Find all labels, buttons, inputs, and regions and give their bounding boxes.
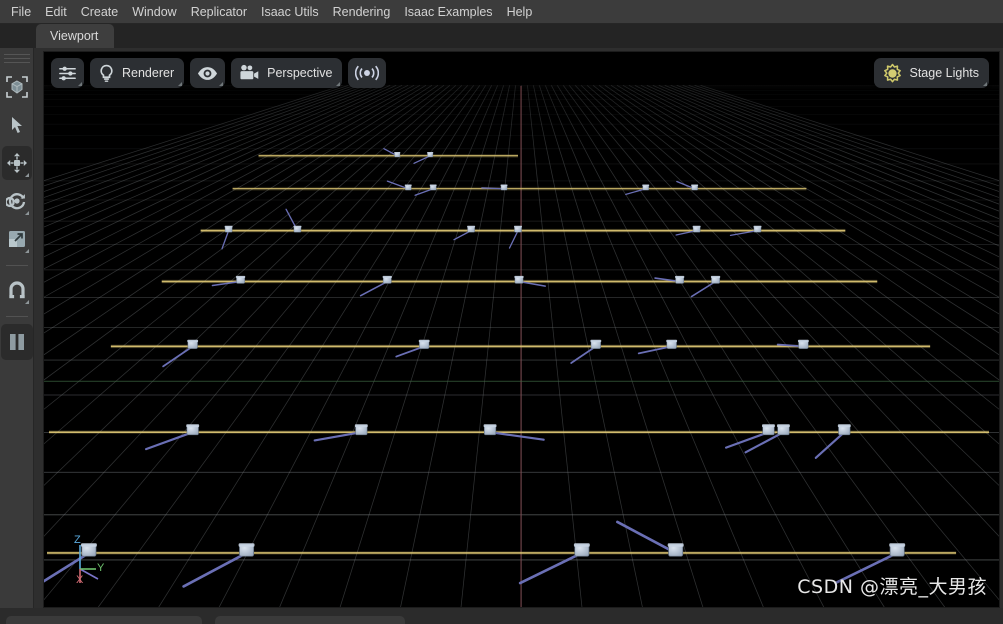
rotate-tool[interactable]	[2, 184, 32, 218]
visibility-options-indicator	[219, 82, 224, 86]
stage-lights-options-indicator	[983, 82, 987, 86]
snap-tool-options-indicator	[24, 300, 29, 304]
tab-viewport[interactable]: Viewport	[36, 24, 115, 48]
camera-button[interactable]: Perspective	[231, 58, 343, 88]
cursor-arrow-icon	[11, 117, 22, 133]
select-bounds-tool[interactable]	[2, 70, 32, 104]
viewport-settings-button[interactable]	[51, 58, 84, 88]
bottom-tab-left[interactable]	[6, 616, 202, 624]
eye-icon	[198, 66, 218, 80]
visibility-button[interactable]	[190, 58, 226, 88]
viewport-toolbar: Renderer Perspective	[51, 58, 387, 88]
viewport-scene	[44, 52, 999, 607]
scale-tool-options-indicator	[24, 249, 29, 253]
csdn-watermark: CSDN @漂亮_大男孩	[797, 576, 987, 598]
renderer-options-indicator	[178, 82, 183, 86]
gizmo-x-label: X	[76, 574, 84, 585]
tool-rail-divider-2	[5, 316, 28, 317]
tab-viewport-label: Viewport	[50, 29, 99, 43]
menu-bar: File Edit Create Window Replicator Isaac…	[0, 0, 1003, 24]
cube-in-brackets-icon	[5, 76, 28, 98]
tool-rail-divider	[5, 265, 28, 266]
camera-icon	[240, 64, 259, 80]
move-arrows-icon	[6, 153, 27, 173]
settings-options-indicator	[78, 82, 82, 86]
pause-icon	[9, 334, 24, 350]
bottom-bar	[0, 608, 1003, 624]
menu-item-create[interactable]: Create	[74, 2, 126, 22]
magnet-icon	[8, 281, 25, 299]
menu-item-file[interactable]: File	[4, 2, 38, 22]
stage-lights-button[interactable]: Stage Lights	[873, 58, 989, 88]
pause-button[interactable]	[0, 324, 33, 360]
menu-item-window[interactable]: Window	[125, 2, 183, 22]
lightbulb-icon	[100, 64, 113, 82]
sliders-icon	[59, 66, 76, 80]
menu-item-isaac-utils[interactable]: Isaac Utils	[254, 2, 326, 22]
snap-tool[interactable]	[2, 273, 32, 307]
sensor-button[interactable]	[348, 58, 387, 88]
menu-item-edit[interactable]: Edit	[38, 2, 74, 22]
rotate-tool-options-indicator	[24, 211, 29, 215]
camera-options-indicator	[336, 82, 341, 86]
select-arrow-tool[interactable]	[2, 108, 32, 142]
tab-strip: Viewport	[0, 24, 1003, 48]
renderer-label: Renderer	[122, 66, 175, 80]
bottom-tab-right[interactable]	[215, 616, 405, 624]
menu-item-help[interactable]: Help	[500, 2, 540, 22]
menu-item-rendering[interactable]: Rendering	[326, 2, 398, 22]
rotate-icon	[5, 193, 25, 210]
tool-rail	[0, 48, 34, 624]
viewport-3d[interactable]: Renderer Perspective Stage Lights Z Y X …	[43, 51, 1000, 608]
scale-tool[interactable]	[2, 222, 32, 256]
isaac-sim-window: File Edit Create Window Replicator Isaac…	[0, 0, 1003, 624]
scale-icon	[8, 231, 25, 247]
stage-lights-label: Stage Lights	[909, 66, 980, 80]
move-tool[interactable]	[1, 146, 32, 180]
gizmo-y-label: Y	[97, 562, 105, 574]
camera-label: Perspective	[267, 66, 333, 80]
rail-drag-handle[interactable]	[3, 54, 30, 66]
menu-item-replicator[interactable]: Replicator	[184, 2, 254, 22]
renderer-button[interactable]: Renderer	[90, 58, 185, 88]
viewport-toolbar-right: Stage Lights	[873, 58, 989, 88]
broadcast-icon	[355, 65, 380, 81]
menu-item-isaac-examples[interactable]: Isaac Examples	[397, 2, 499, 22]
move-tool-options-indicator	[24, 173, 29, 177]
gizmo-z-label: Z	[74, 534, 81, 546]
sun-icon	[883, 63, 901, 82]
axis-gizmo[interactable]: Z Y X	[66, 529, 118, 585]
